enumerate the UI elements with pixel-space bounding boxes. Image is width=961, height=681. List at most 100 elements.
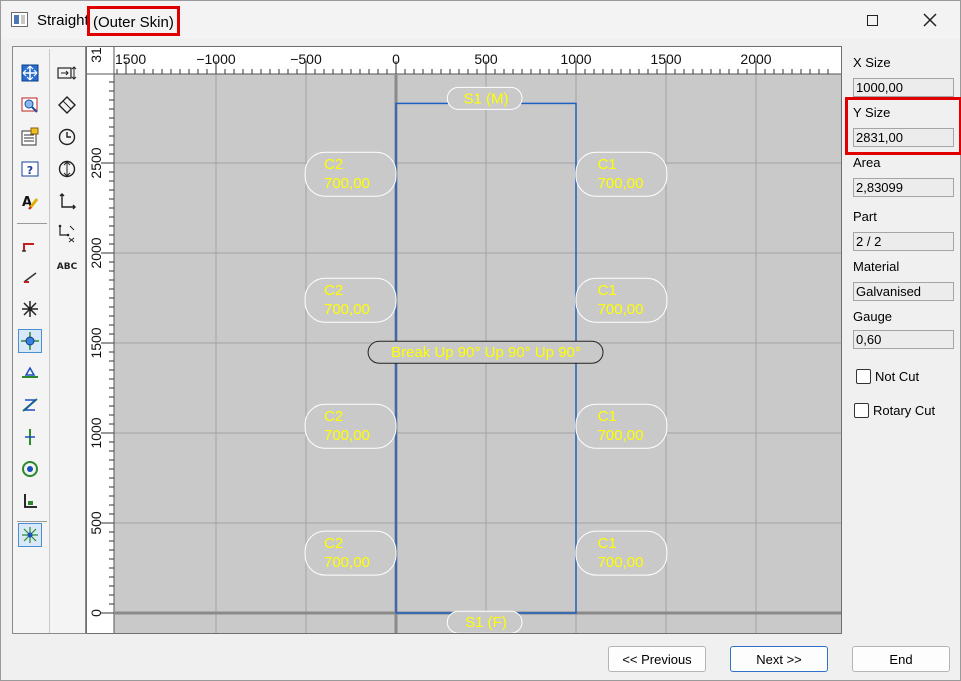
zoom-window-icon (21, 97, 38, 113)
step-line-tool[interactable] (18, 233, 42, 257)
drawing-canvas[interactable]: 1500 −1000 −500 0 500 1000 1500 2000 0 500 1000 150… (86, 46, 842, 634)
x-size-field[interactable]: 1000,00 (853, 78, 954, 97)
text-pencil-icon: A (22, 195, 39, 210)
snap-circle-icon (22, 461, 38, 477)
connector-tag-right: C1 (598, 156, 617, 173)
rotate-clockwise-tool[interactable] (55, 125, 79, 149)
y-size-field[interactable]: 2831,00 (853, 128, 954, 147)
snap-intersection-tool[interactable] (18, 393, 42, 417)
snap-center-icon (21, 332, 39, 350)
connector-value-right: 700,00 (598, 554, 644, 571)
angle-line-icon (23, 272, 37, 283)
rotate-shape-tool[interactable] (55, 93, 79, 117)
not-cut-checkbox[interactable] (856, 369, 871, 384)
snap-circle-tool[interactable] (18, 457, 42, 481)
area-field[interactable]: 2,83099 (853, 178, 954, 197)
area-label: Area (853, 155, 881, 170)
rotary-cut-checkbox[interactable] (854, 403, 869, 418)
break-label: Break Up 90° Up 90° Up 90° (391, 344, 581, 361)
part-field[interactable]: 2 / 2 (853, 232, 954, 251)
top-edge-label: S1 (M) (464, 90, 509, 107)
rotate-diamond-icon (58, 96, 76, 114)
not-cut-checkbox-row[interactable]: Not Cut (856, 369, 919, 384)
text-label-tool[interactable]: ABC (55, 253, 79, 277)
connector-tag-left: C2 (324, 282, 343, 299)
close-icon (923, 13, 937, 27)
zoom-window-tool[interactable] (18, 93, 42, 117)
tool-palette: ? A ABC (12, 46, 86, 634)
connector-tag-right: C1 (598, 408, 617, 425)
maximize-button[interactable] (844, 1, 900, 39)
node-edit-icon (58, 224, 75, 243)
asterisk-cross-icon (22, 301, 38, 317)
material-label: Material (853, 259, 900, 274)
connector-tag-left: C2 (324, 535, 343, 552)
step-line-icon (22, 243, 34, 252)
angle-line-tool[interactable] (18, 265, 42, 289)
not-cut-label: Not Cut (875, 369, 920, 384)
next-button[interactable]: Next >> (730, 646, 828, 672)
y-tick-label: 1500 (88, 327, 104, 358)
x-tick-label: 0 (392, 51, 400, 67)
snap-all-tool[interactable] (18, 523, 42, 547)
flip-vertical-tool[interactable] (55, 157, 79, 181)
help-icon: ? (21, 161, 39, 177)
window-title-highlight: (Outer Skin) (87, 6, 180, 36)
y-tick-label: 31 (88, 47, 104, 63)
rotary-cut-label: Rotary Cut (873, 403, 936, 418)
y-size-label: Y Size (853, 105, 891, 120)
text-style-tool[interactable]: A (18, 189, 42, 213)
resize-rect-icon (57, 66, 77, 80)
gauge-field[interactable]: 0,60 (853, 330, 954, 349)
drawing-svg: 1500 −1000 −500 0 500 1000 1500 2000 0 500 1000 150… (87, 47, 841, 633)
material-field[interactable]: Galvanised (853, 282, 954, 301)
x-tick-label: 1500 (650, 51, 681, 67)
snap-midpoint-tool[interactable] (18, 361, 42, 385)
snap-corner-icon (24, 494, 37, 508)
properties-tool[interactable] (18, 125, 42, 149)
previous-button[interactable]: << Previous (608, 646, 706, 672)
x-tick-label: 1500 (115, 51, 146, 67)
title-bar: Straight (Outer Skin) (1, 1, 960, 39)
app-icon (11, 12, 28, 27)
x-tick-label: 1000 (560, 51, 591, 67)
help-tool[interactable]: ? (18, 157, 42, 181)
bottom-edge-label: S1 (F) (465, 614, 507, 631)
x-tick-label: −1000 (196, 51, 236, 67)
window-title: Straight (37, 12, 89, 29)
abc-text-label: ABC (57, 262, 78, 272)
y-tick-label: 2500 (88, 147, 104, 178)
origin-axes-tool[interactable] (55, 189, 79, 213)
y-tick-label: 0 (88, 609, 104, 617)
y-tick-label: 1000 (88, 417, 104, 448)
zoom-extents-tool[interactable] (18, 61, 42, 85)
dialog-window: Straight (Outer Skin) ? A ABC 1500 −1000… (0, 0, 961, 681)
resize-tool[interactable] (55, 61, 79, 85)
zoom-extents-icon (21, 64, 39, 82)
snap-corner-tool[interactable] (18, 489, 42, 513)
svg-text:?: ? (27, 164, 33, 177)
snap-intersection-icon (22, 398, 38, 412)
x-tick-label: 500 (474, 51, 498, 67)
connector-value-left: 700,00 (324, 554, 370, 571)
connector-tag-right: C1 (598, 535, 617, 552)
part-label: Part (853, 209, 877, 224)
connector-value-left: 700,00 (324, 175, 370, 192)
connector-tag-right: C1 (598, 282, 617, 299)
properties-sheet-icon (21, 127, 39, 146)
x-size-label: X Size (853, 55, 891, 70)
node-edit-tool[interactable] (55, 221, 79, 245)
connector-value-right: 700,00 (598, 301, 644, 318)
gauge-label: Gauge (853, 309, 893, 324)
snap-perpendicular-tool[interactable] (18, 425, 42, 449)
snap-cross-tool[interactable] (18, 297, 42, 321)
snap-center-tool[interactable] (18, 329, 42, 353)
end-button[interactable]: End (852, 646, 950, 672)
close-button[interactable] (902, 1, 958, 39)
connector-value-right: 700,00 (598, 175, 644, 192)
y-tick-label: 500 (88, 511, 104, 535)
connector-value-left: 700,00 (324, 427, 370, 444)
y-tick-label: 2000 (88, 237, 104, 268)
clock-rotate-icon (58, 128, 76, 146)
rotary-cut-checkbox-row[interactable]: Rotary Cut (854, 403, 935, 418)
